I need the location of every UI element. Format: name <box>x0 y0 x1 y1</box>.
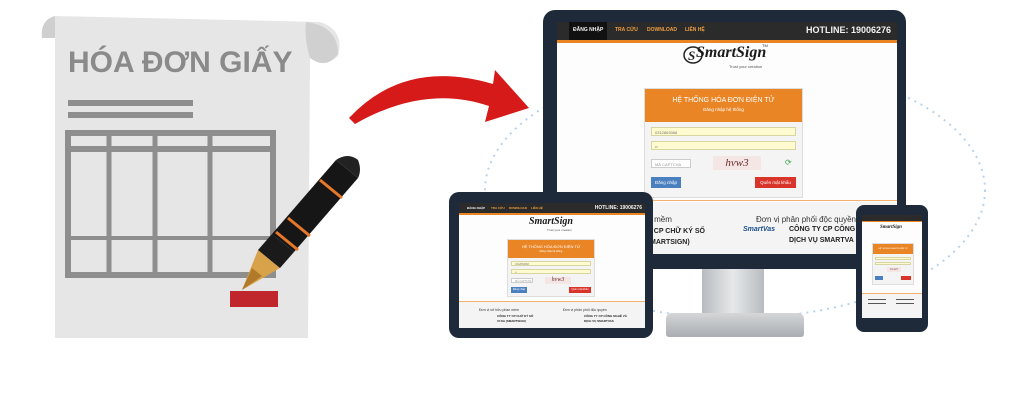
logo-trademark: TM <box>762 43 768 48</box>
tablet-captcha-input[interactable]: MÃ CAPTCHA <box>511 278 533 283</box>
tablet-footer-left1: Đơn vị sở hữu phần mềm <box>479 308 520 312</box>
paper-invoice-title: HÓA ĐƠN GIẤY <box>68 46 293 79</box>
nav-item-login[interactable]: ĐĂNG NHẬP <box>573 27 603 33</box>
tablet-login-panel: HỆ THỐNG HÓA ĐƠN ĐIỆN TỬ Đăng nhập hệ th… <box>507 239 595 297</box>
phone-screen: SmartSign HỆ THỐNG HÓA ĐƠN ĐIỆN TỬ hvw3 <box>862 215 922 318</box>
tablet-login-subtitle: Đăng nhập hệ thống <box>539 250 563 253</box>
tablet-login-header: HỆ THỐNG HÓA ĐƠN ĐIỆN TỬ Đăng nhập hệ th… <box>508 240 594 258</box>
nav-item-download[interactable]: DOWNLOAD <box>647 27 677 33</box>
tablet-login-title: HỆ THỐNG HÓA ĐƠN ĐIỆN TỬ <box>521 244 581 249</box>
tablet-footer-left3: VI NA (SMARTSIGN) <box>497 319 526 323</box>
phone-logo: SmartSign <box>880 225 902 230</box>
username-field[interactable]: 0312863068 <box>651 127 796 136</box>
footer-right-line3: DỊCH VỤ SMARTVA <box>789 237 854 244</box>
phone-login-title: HỆ THỐNG HÓA ĐƠN ĐIỆN TỬ <box>873 244 913 254</box>
tablet-tagline: Trust your creation <box>547 228 572 232</box>
tablet-username-field[interactable]: 0312863068 <box>511 261 591 266</box>
tablet-password-field[interactable]: •• <box>511 269 591 274</box>
tablet-footer: Đơn vị sở hữu phần mềm CÔNG TY CP CHỮ KÝ… <box>459 302 645 328</box>
tablet-screen: ĐĂNG NHẬP TRA CỨU DOWNLOAD LIÊN HỆ HOTLI… <box>459 203 645 328</box>
tablet-logo: SmartSign <box>529 216 573 227</box>
tablet-footer-right1: Đơn vị phân phối độc quyền <box>563 308 607 312</box>
monitor-stand-neck <box>702 269 764 315</box>
tablet-footer-right3: DỊCH VỤ SMARTVAS <box>584 319 614 323</box>
tablet-nav-lookup[interactable]: TRA CỨU <box>491 206 505 210</box>
nav-item-lookup[interactable]: TRA CỨU <box>615 27 638 33</box>
tablet-footer-right2: CÔNG TY CP CÔNG NGHỆ VÀ <box>584 314 627 318</box>
forgot-password-button[interactable]: Quên mật khẩu <box>755 177 796 188</box>
footer-right-line1: Đơn vị phân phối độc quyền <box>756 215 856 224</box>
tablet-hotline: HOTLINE: 19006276 <box>594 205 642 211</box>
captcha-input[interactable]: MÃ CAPTCHA <box>651 159 691 168</box>
tablet-captcha-image: hvw3 <box>545 277 571 284</box>
smartvas-logo: SmartVas <box>743 226 776 233</box>
phone-footer <box>862 294 922 318</box>
tablet-footer-left2: CÔNG TY CP CHỮ KÝ SỐ <box>497 314 534 318</box>
tablet-nav-login[interactable]: ĐĂNG NHẬP <box>467 206 485 210</box>
login-panel-header: HỆ THỐNG HÓA ĐƠN ĐIỆN TỬ Đăng nhập hệ th… <box>645 89 802 122</box>
tablet-nav-download[interactable]: DOWNLOAD <box>509 206 527 210</box>
phone-password-field[interactable] <box>875 262 911 265</box>
captcha-image: hvw3 <box>713 156 761 170</box>
tablet-nav-contact[interactable]: LIÊN HỆ <box>531 206 543 210</box>
tablet-login-button[interactable]: Đăng nhập <box>511 287 527 293</box>
login-title: HỆ THỐNG HÓA ĐƠN ĐIỆN TỬ <box>672 97 775 104</box>
phone-login-panel: HỆ THỐNG HÓA ĐƠN ĐIỆN TỬ hvw3 <box>872 243 914 285</box>
monitor-stand-base <box>666 313 804 337</box>
monitor-nav-bar: ĐĂNG NHẬP TRA CỨU DOWNLOAD LIÊN HỆ HOTLI… <box>557 22 897 40</box>
phone-forgot-button[interactable] <box>901 276 911 280</box>
password-field[interactable]: •• <box>651 141 796 150</box>
svg-text:S: S <box>688 48 695 63</box>
login-subtitle: Đăng nhập hệ thống <box>703 107 744 112</box>
smartsign-logo: SmartSign <box>696 44 767 61</box>
nav-item-contact[interactable]: LIÊN HỆ <box>685 27 705 33</box>
fountain-pen-icon <box>242 156 360 290</box>
login-button[interactable]: Đăng nhập <box>651 177 681 188</box>
hotline-text: HOTLINE: 19006276 <box>805 25 891 35</box>
phone-username-field[interactable] <box>875 257 911 260</box>
tablet-nav-bar: ĐĂNG NHẬP TRA CỨU DOWNLOAD LIÊN HỆ HOTLI… <box>459 203 645 213</box>
phone-login-button[interactable] <box>875 276 883 280</box>
tablet-forgot-button[interactable]: Quên mật khẩu <box>569 287 591 293</box>
logo-tagline: Trust your creation <box>729 64 763 69</box>
refresh-icon[interactable]: ⟳ <box>785 158 792 167</box>
phone-captcha-image: hvw3 <box>887 267 901 272</box>
login-panel: HỆ THỐNG HÓA ĐƠN ĐIỆN TỬ Đăng nhập hệ th… <box>644 88 803 198</box>
